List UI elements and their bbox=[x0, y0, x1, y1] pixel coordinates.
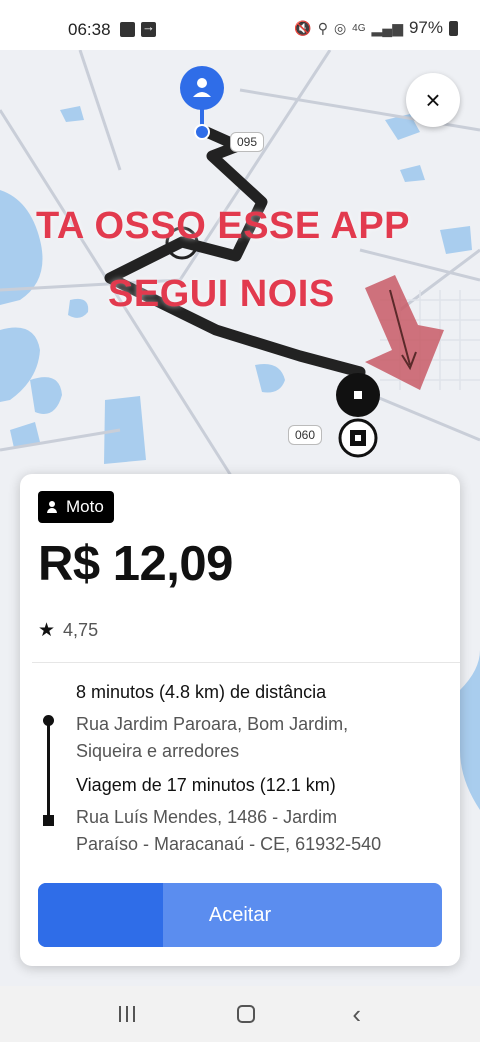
pickup-address: Rua Jardim Paroara, Bom Jardim, Siqueira… bbox=[76, 711, 348, 765]
network-label: 4G bbox=[352, 22, 366, 34]
mute-icon: 🔇 bbox=[294, 19, 312, 36]
vehicle-type-label: Moto bbox=[66, 497, 104, 516]
status-notification-icons bbox=[120, 19, 156, 37]
status-right: 🔇 ⚲ ◎ 4G ▂▄▆ 97% bbox=[294, 18, 458, 38]
road-badge-095: 095 bbox=[230, 132, 265, 152]
forward-icon bbox=[141, 19, 156, 37]
accept-button-label: Aceitar bbox=[208, 903, 272, 926]
pickup-eta: 8 minutos (4.8 km) de distância bbox=[76, 682, 327, 702]
recents-button[interactable] bbox=[118, 1006, 139, 1022]
fare-price: R$ 12,09 bbox=[38, 537, 233, 591]
close-icon: × bbox=[425, 84, 441, 115]
screen: 06:38 🔇 ⚲ ◎ 4G ▂▄▆ 97% bbox=[0, 0, 480, 1042]
overlay-arrow bbox=[365, 275, 444, 390]
dropoff-address-line1: Rua Luís Mendes, 1486 - Jardim bbox=[76, 807, 338, 827]
system-nav-bar: ‹ bbox=[0, 986, 480, 1042]
battery-percent: 97% bbox=[408, 18, 443, 37]
close-button[interactable]: × bbox=[406, 73, 460, 127]
location-icon: ⚲ bbox=[317, 19, 328, 36]
ride-offer-card: Moto R$ 12,09 ★ 4,75 8 minutos (4.8 km) … bbox=[20, 474, 460, 966]
overlay-caption-line1: TA OSSO ESSE APP bbox=[36, 205, 411, 247]
status-bar: 06:38 🔇 ⚲ ◎ 4G ▂▄▆ 97% bbox=[0, 0, 480, 50]
status-time: 06:38 bbox=[68, 20, 111, 39]
person-icon bbox=[46, 501, 58, 513]
pickup-dot-icon bbox=[43, 715, 54, 726]
dropoff-square-icon bbox=[43, 815, 54, 826]
pickup-marker bbox=[336, 373, 380, 417]
star-icon: ★ bbox=[38, 620, 56, 641]
dropoff-address-line2: Paraíso - Maracanaú - CE, 61932-540 bbox=[76, 834, 382, 854]
route-path bbox=[104, 124, 366, 396]
dropoff-marker bbox=[338, 418, 378, 458]
vehicle-type-badge: Moto bbox=[38, 491, 114, 523]
pickup-address-line2: Siqueira e arredores bbox=[76, 741, 240, 761]
accept-button[interactable]: Aceitar bbox=[38, 883, 442, 947]
pickup-address-line1: Rua Jardim Paroara, Bom Jardim, bbox=[76, 714, 349, 734]
hotspot-icon: ◎ bbox=[333, 19, 347, 36]
battery-icon bbox=[449, 20, 458, 36]
gallery-icon bbox=[120, 22, 135, 37]
signal-icon: ▂▄▆ bbox=[371, 19, 403, 36]
passenger-rating: ★ 4,75 bbox=[38, 619, 98, 642]
back-button[interactable]: ‹ bbox=[352, 1001, 361, 1027]
driver-location-pin bbox=[180, 66, 224, 140]
rating-value: 4,75 bbox=[63, 620, 99, 640]
dropoff-address: Rua Luís Mendes, 1486 - Jardim Paraíso -… bbox=[76, 804, 381, 858]
road-badge-060: 060 bbox=[288, 425, 323, 445]
overlay-caption-line2: SEGUI NOIS bbox=[108, 273, 335, 315]
route-connector-line bbox=[47, 719, 50, 819]
card-divider bbox=[32, 662, 460, 663]
trip-duration: Viagem de 17 minutos (12.1 km) bbox=[76, 775, 336, 795]
home-button[interactable] bbox=[236, 1005, 255, 1023]
